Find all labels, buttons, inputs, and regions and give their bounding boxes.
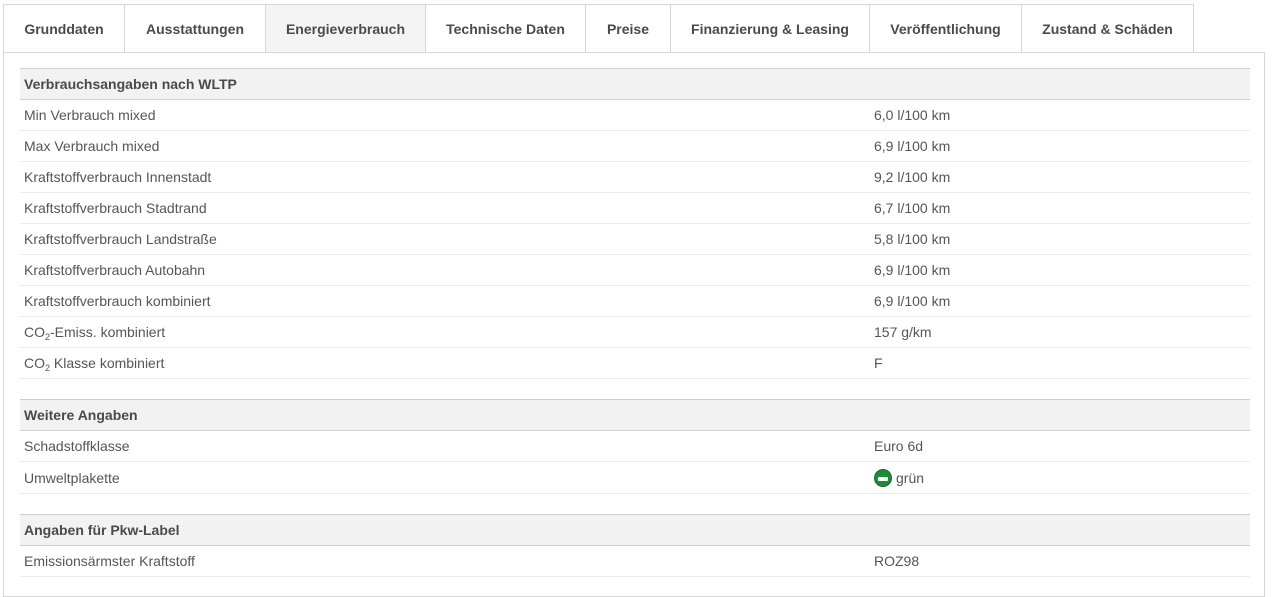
section-wltp: Verbrauchsangaben nach WLTP Min Verbrauc… bbox=[20, 68, 1250, 379]
row-value: 6,7 l/100 km bbox=[874, 200, 951, 216]
row-value: 6,9 l/100 km bbox=[874, 293, 951, 309]
table-row: Min Verbrauch mixed 6,0 l/100 km bbox=[20, 100, 1250, 131]
table-row: Kraftstoffverbrauch Innenstadt 9,2 l/100… bbox=[20, 162, 1250, 193]
row-label: Emissionsärmster Kraftstoff bbox=[24, 553, 195, 569]
table-row: Emissionsärmster Kraftstoff ROZ98 bbox=[20, 546, 1250, 577]
row-value: Euro 6d bbox=[874, 438, 924, 454]
table-row: Kraftstoffverbrauch Stadtrand 6,7 l/100 … bbox=[20, 193, 1250, 224]
co2-prefix: CO bbox=[24, 324, 45, 340]
row-value: 6,0 l/100 km bbox=[874, 107, 951, 123]
tab-ausstattungen[interactable]: Ausstattungen bbox=[125, 4, 266, 53]
section-title-wltp: Verbrauchsangaben nach WLTP bbox=[20, 68, 1250, 100]
row-label: Min Verbrauch mixed bbox=[24, 107, 156, 123]
tab-panel-energieverbrauch: Verbrauchsangaben nach WLTP Min Verbrauc… bbox=[3, 52, 1265, 597]
row-label: Umweltplakette bbox=[24, 469, 120, 486]
table-row-co2-emission: CO2-Emiss. kombiniert 157 g/km bbox=[20, 317, 1250, 348]
row-value: ROZ98 bbox=[874, 553, 920, 569]
tab-finanzierung-leasing[interactable]: Finanzierung & Leasing bbox=[671, 4, 870, 53]
section-title-pkw: Angaben für Pkw-Label bbox=[20, 514, 1250, 546]
row-label: Kraftstoffverbrauch Stadtrand bbox=[24, 200, 207, 216]
table-row: Kraftstoffverbrauch Landstraße 5,8 l/100… bbox=[20, 224, 1250, 255]
row-label: Kraftstoffverbrauch Innenstadt bbox=[24, 169, 212, 185]
row-label: Kraftstoffverbrauch Landstraße bbox=[24, 231, 217, 247]
row-label: Schadstoffklasse bbox=[24, 438, 130, 454]
tab-preise[interactable]: Preise bbox=[586, 4, 671, 53]
tab-technische-daten[interactable]: Technische Daten bbox=[426, 4, 586, 53]
row-value: grün bbox=[874, 468, 925, 487]
tab-bar: Grunddaten Ausstattungen Energieverbrauc… bbox=[3, 4, 1194, 53]
table-row: Schadstoffklasse Euro 6d bbox=[20, 431, 1250, 462]
green-badge-icon bbox=[874, 468, 892, 487]
row-label: CO2 Klasse kombiniert bbox=[24, 355, 165, 373]
row-value: 9,2 l/100 km bbox=[874, 169, 951, 185]
table-row-umweltplakette: Umweltplakette grün bbox=[20, 462, 1250, 494]
tab-energieverbrauch[interactable]: Energieverbrauch bbox=[266, 4, 426, 53]
umweltplakette-value: grün bbox=[896, 469, 925, 486]
table-row-co2-klasse: CO2 Klasse kombiniert F bbox=[20, 348, 1250, 379]
row-label: Kraftstoffverbrauch Autobahn bbox=[24, 262, 206, 278]
co2-prefix: CO bbox=[24, 355, 45, 371]
row-label: CO2-Emiss. kombiniert bbox=[24, 324, 166, 342]
row-label: Max Verbrauch mixed bbox=[24, 138, 160, 154]
row-value: 6,9 l/100 km bbox=[874, 262, 951, 278]
row-label: Kraftstoffverbrauch kombiniert bbox=[24, 293, 211, 309]
table-row: Max Verbrauch mixed 6,9 l/100 km bbox=[20, 131, 1250, 162]
row-value: F bbox=[874, 355, 883, 371]
co2-label-suffix: Klasse kombiniert bbox=[50, 355, 165, 371]
row-value: 6,9 l/100 km bbox=[874, 138, 951, 154]
table-row: Kraftstoffverbrauch Autobahn 6,9 l/100 k… bbox=[20, 255, 1250, 286]
co2-label-suffix: -Emiss. kombiniert bbox=[50, 324, 166, 340]
row-value: 5,8 l/100 km bbox=[874, 231, 951, 247]
section-pkw-label: Angaben für Pkw-Label Emissionsärmster K… bbox=[20, 514, 1250, 577]
table-row: Kraftstoffverbrauch kombiniert 6,9 l/100… bbox=[20, 286, 1250, 317]
tab-zustand-schaeden[interactable]: Zustand & Schäden bbox=[1022, 4, 1194, 53]
row-value: 157 g/km bbox=[874, 324, 932, 340]
tab-veroeffentlichung[interactable]: Veröffentlichung bbox=[870, 4, 1022, 53]
section-title-weitere: Weitere Angaben bbox=[20, 399, 1250, 431]
section-weitere-angaben: Weitere Angaben Schadstoffklasse Euro 6d… bbox=[20, 399, 1250, 494]
tab-grunddaten[interactable]: Grunddaten bbox=[3, 4, 125, 53]
